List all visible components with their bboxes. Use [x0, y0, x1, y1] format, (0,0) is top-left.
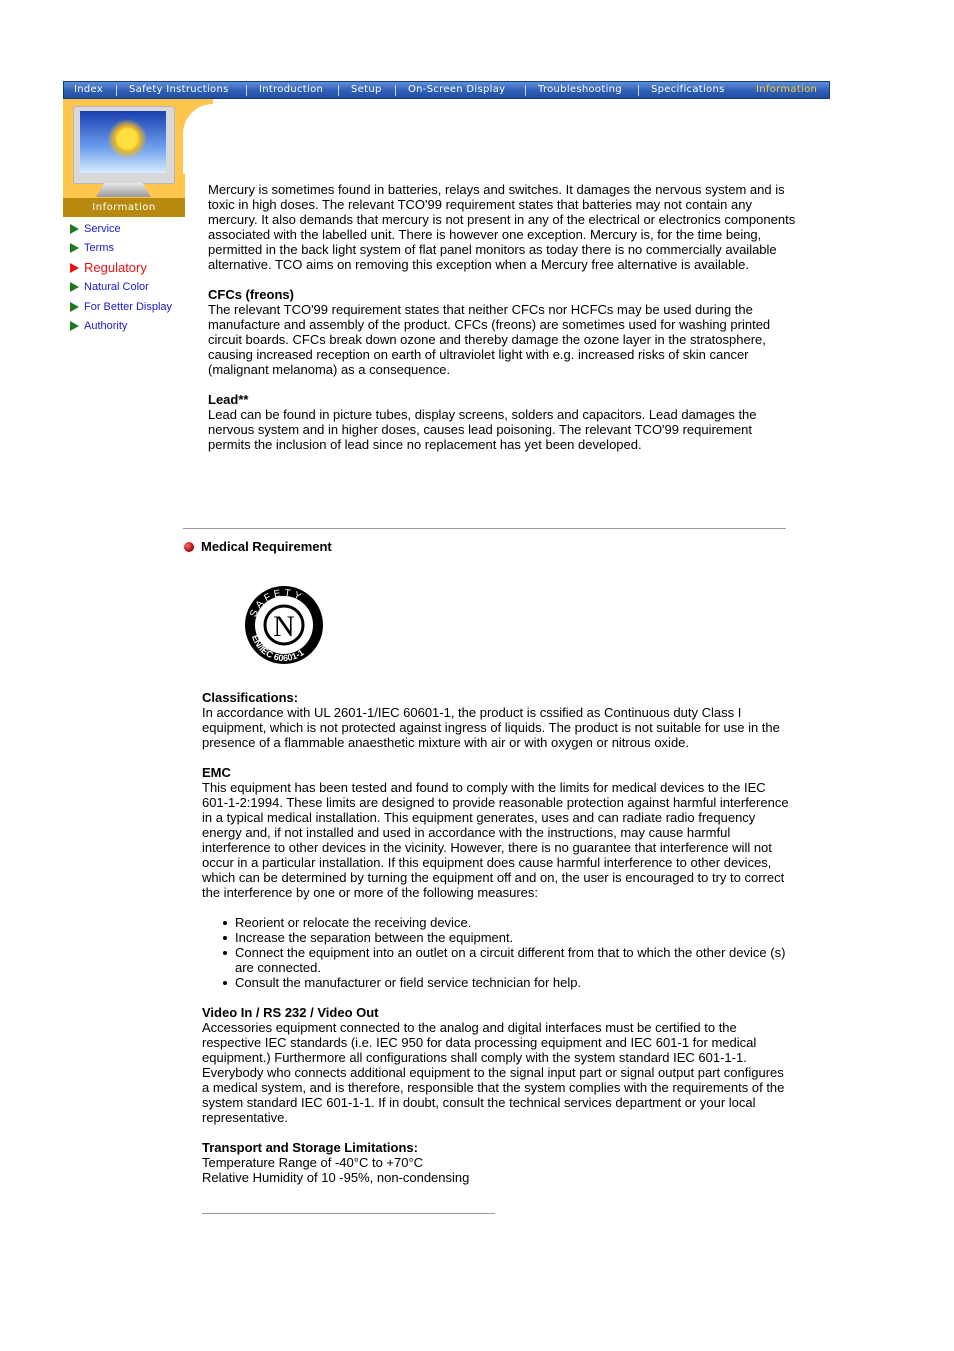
- list-item: Reorient or relocate the receiving devic…: [223, 915, 794, 930]
- classifications-section: Classifications: In accordance with UL 2…: [202, 690, 794, 750]
- bottom-divider: [202, 1213, 495, 1214]
- sidebar-item-label[interactable]: Natural Color: [84, 281, 149, 293]
- nav-on-screen-display[interactable]: On-Screen Display: [408, 84, 505, 95]
- nav-introduction[interactable]: Introduction: [259, 84, 323, 95]
- sidebar-item-label[interactable]: Regulatory: [84, 260, 147, 275]
- monitor-flower-image: [80, 111, 166, 173]
- cfcs-section: CFCs (freons) The relevant TCO'99 requir…: [208, 287, 798, 377]
- arrow-right-icon: [70, 262, 79, 273]
- sidebar-item-label[interactable]: Service: [84, 223, 121, 235]
- list-item: Consult the manufacturer or field servic…: [223, 975, 794, 990]
- medical-requirement-heading: Medical Requirement: [184, 539, 332, 554]
- sidebar-item-label[interactable]: For Better Display: [84, 301, 172, 313]
- emc-section: EMC This equipment has been tested and f…: [202, 765, 794, 900]
- nav-setup[interactable]: Setup: [351, 84, 382, 95]
- sidebar-item-label[interactable]: Authority: [84, 320, 127, 332]
- medical-heading-text: Medical Requirement: [201, 539, 332, 554]
- temperature-range: Temperature Range of -40°C to +70°C: [202, 1155, 424, 1170]
- logo-center-letter: N: [273, 610, 295, 643]
- banner-curve-mask: [183, 104, 243, 174]
- cfcs-heading: CFCs (freons): [208, 287, 294, 302]
- nav-separator: [116, 85, 117, 96]
- classifications-paragraph: In accordance with UL 2601-1/IEC 60601-1…: [202, 705, 780, 750]
- nav-separator: [395, 85, 396, 96]
- emc-heading: EMC: [202, 765, 231, 780]
- measures-list: Reorient or relocate the receiving devic…: [202, 915, 794, 990]
- nav-separator: [525, 85, 526, 96]
- video-heading: Video In / RS 232 / Video Out: [202, 1005, 379, 1020]
- medical-content: Classifications: In accordance with UL 2…: [202, 690, 794, 1200]
- sidebar-item-for-better-display[interactable]: For Better Display: [70, 297, 172, 317]
- section-label: Information: [63, 198, 185, 217]
- sidebar-item-regulatory[interactable]: Regulatory: [70, 258, 172, 278]
- nav-safety-instructions[interactable]: Safety Instructions: [129, 84, 229, 95]
- transport-section: Transport and Storage Limitations: Tempe…: [202, 1140, 794, 1185]
- red-ball-bullet-icon: [184, 541, 194, 552]
- tco-content: Mercury is sometimes found in batteries,…: [208, 182, 798, 467]
- classifications-heading: Classifications:: [202, 690, 299, 705]
- nav-separator: [246, 85, 247, 96]
- sidebar-item-natural-color[interactable]: Natural Color: [70, 278, 172, 298]
- nav-separator: [638, 85, 639, 96]
- emc-paragraph: This equipment has been tested and found…: [202, 780, 789, 900]
- nav-index[interactable]: Index: [74, 84, 103, 95]
- lead-paragraph: Lead can be found in picture tubes, disp…: [208, 407, 757, 452]
- safety-en-iec-60601-logo: N SAFETY EN/IEC 60601-1: [245, 586, 323, 664]
- video-paragraph: Accessories equipment connected to the a…: [202, 1020, 785, 1125]
- list-item: Increase the separation between the equi…: [223, 930, 794, 945]
- sidebar-item-terms[interactable]: Terms: [70, 239, 172, 259]
- humidity-range: Relative Humidity of 10 -95%, non-conden…: [202, 1170, 470, 1185]
- video-section: Video In / RS 232 / Video Out Accessorie…: [202, 1005, 794, 1125]
- arrow-right-icon: [70, 282, 79, 293]
- cfcs-paragraph: The relevant TCO'99 requirement states t…: [208, 302, 771, 377]
- monitor-stand: [96, 183, 151, 197]
- nav-specifications[interactable]: Specifications: [651, 84, 725, 95]
- section-divider: [183, 528, 786, 529]
- arrow-right-icon: [70, 243, 79, 254]
- sidebar-item-service[interactable]: Service: [70, 219, 172, 239]
- arrow-right-icon: [70, 223, 79, 234]
- lead-heading: Lead**: [208, 392, 249, 407]
- sidebar-nav: Service Terms Regulatory Natural Color F…: [70, 219, 172, 336]
- lead-section: Lead** Lead can be found in picture tube…: [208, 392, 798, 452]
- transport-heading: Transport and Storage Limitations:: [202, 1140, 418, 1155]
- arrow-right-icon: [70, 321, 79, 332]
- nav-troubleshooting[interactable]: Troubleshooting: [538, 84, 622, 95]
- list-item: Connect the equipment into an outlet on …: [223, 945, 794, 975]
- arrow-right-icon: [70, 301, 79, 312]
- nav-separator: [338, 85, 339, 96]
- nav-information[interactable]: Information: [756, 84, 817, 95]
- sidebar-item-authority[interactable]: Authority: [70, 317, 172, 337]
- sidebar-item-label[interactable]: Terms: [84, 242, 114, 254]
- mercury-paragraph: Mercury is sometimes found in batteries,…: [208, 182, 796, 272]
- top-nav-bar: Index Safety Instructions Introduction S…: [63, 81, 830, 99]
